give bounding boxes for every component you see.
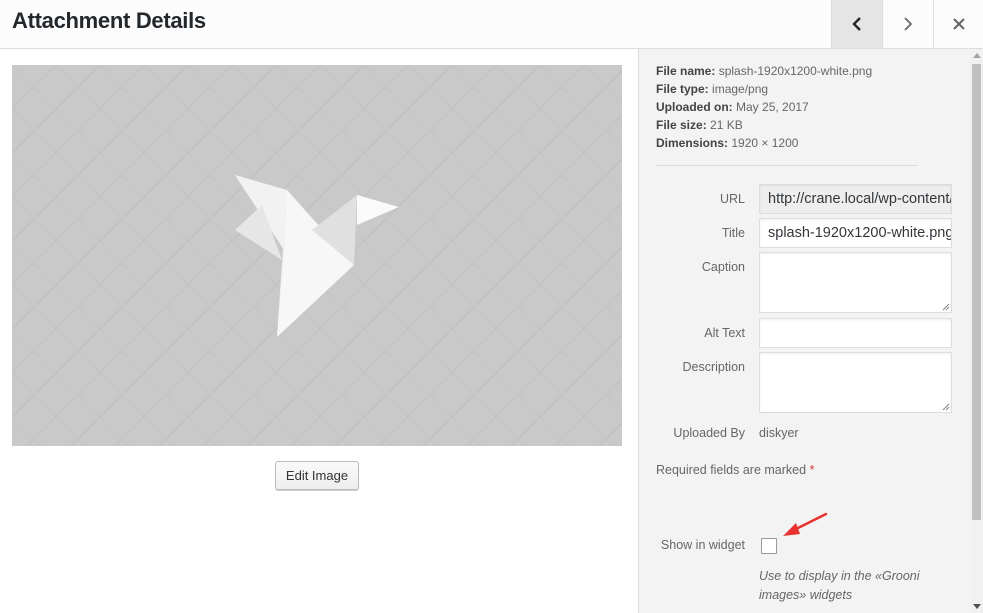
file-name-value: splash-1920x1200-white.png xyxy=(718,64,873,78)
required-star: * xyxy=(809,463,815,477)
file-size-value: 21 KB xyxy=(710,118,743,132)
attachment-preview: Edit Image xyxy=(0,49,638,613)
modal-header: Attachment Details xyxy=(0,0,983,49)
file-type-label: File type: xyxy=(656,82,709,96)
file-info: File name: splash-1920x1200-white.png Fi… xyxy=(656,62,872,152)
file-name-row: File name: splash-1920x1200-white.png xyxy=(656,62,872,80)
divider xyxy=(656,165,918,166)
dimensions-value: 1920 × 1200 xyxy=(731,136,799,150)
sidebar-scrollbar[interactable] xyxy=(970,49,983,613)
dimensions-row: Dimensions: 1920 × 1200 xyxy=(656,134,872,152)
bird-image-icon xyxy=(12,65,622,446)
alt-text-field[interactable] xyxy=(759,318,952,348)
previous-button[interactable] xyxy=(831,0,882,48)
url-label: URL xyxy=(719,192,745,206)
close-icon xyxy=(952,18,965,30)
annotation-arrow-icon xyxy=(783,512,828,536)
file-size-label: File size: xyxy=(656,118,707,132)
alt-text-label: Alt Text xyxy=(704,326,745,340)
uploaded-on-value: May 25, 2017 xyxy=(736,100,809,114)
scroll-down-icon[interactable] xyxy=(973,604,981,609)
description-field[interactable] xyxy=(759,352,952,413)
required-note: Required fields are marked * xyxy=(656,463,814,477)
url-field[interactable]: http://crane.local/wp-content/uploads/20… xyxy=(759,184,952,214)
file-name-label: File name: xyxy=(656,64,716,78)
caption-field[interactable] xyxy=(759,252,952,313)
next-button[interactable] xyxy=(882,0,933,48)
scroll-thumb[interactable] xyxy=(972,64,981,520)
file-type-value: image/png xyxy=(712,82,769,96)
page-title: Attachment Details xyxy=(12,8,206,33)
edit-image-button[interactable]: Edit Image xyxy=(275,461,359,490)
title-label: Title xyxy=(721,226,745,240)
show-in-widget-checkbox[interactable] xyxy=(761,538,777,554)
chevron-left-icon xyxy=(852,17,861,31)
file-type-row: File type: image/png xyxy=(656,80,872,98)
uploaded-on-row: Uploaded on: May 25, 2017 xyxy=(656,98,872,116)
uploaded-by-value: diskyer xyxy=(759,426,799,440)
chevron-right-icon xyxy=(904,17,913,31)
resize-handle-icon[interactable] xyxy=(942,303,950,311)
resize-handle-icon[interactable] xyxy=(942,403,950,411)
scroll-up-icon[interactable] xyxy=(973,53,981,58)
close-button[interactable] xyxy=(933,0,983,48)
show-in-widget-label: Show in widget xyxy=(660,538,745,552)
file-size-row: File size: 21 KB xyxy=(656,116,872,134)
dimensions-label: Dimensions: xyxy=(656,136,729,150)
attachment-image xyxy=(12,65,622,446)
title-field[interactable]: splash-1920x1200-white.png xyxy=(759,218,952,248)
description-label: Description xyxy=(682,360,745,374)
show-in-widget-hint: Use to display in the «Grooni images» wi… xyxy=(759,569,920,602)
uploaded-by-label: Uploaded By xyxy=(673,426,745,440)
uploaded-on-label: Uploaded on: xyxy=(656,100,733,114)
caption-label: Caption xyxy=(701,260,745,274)
required-note-text: Required fields are marked xyxy=(656,463,807,477)
